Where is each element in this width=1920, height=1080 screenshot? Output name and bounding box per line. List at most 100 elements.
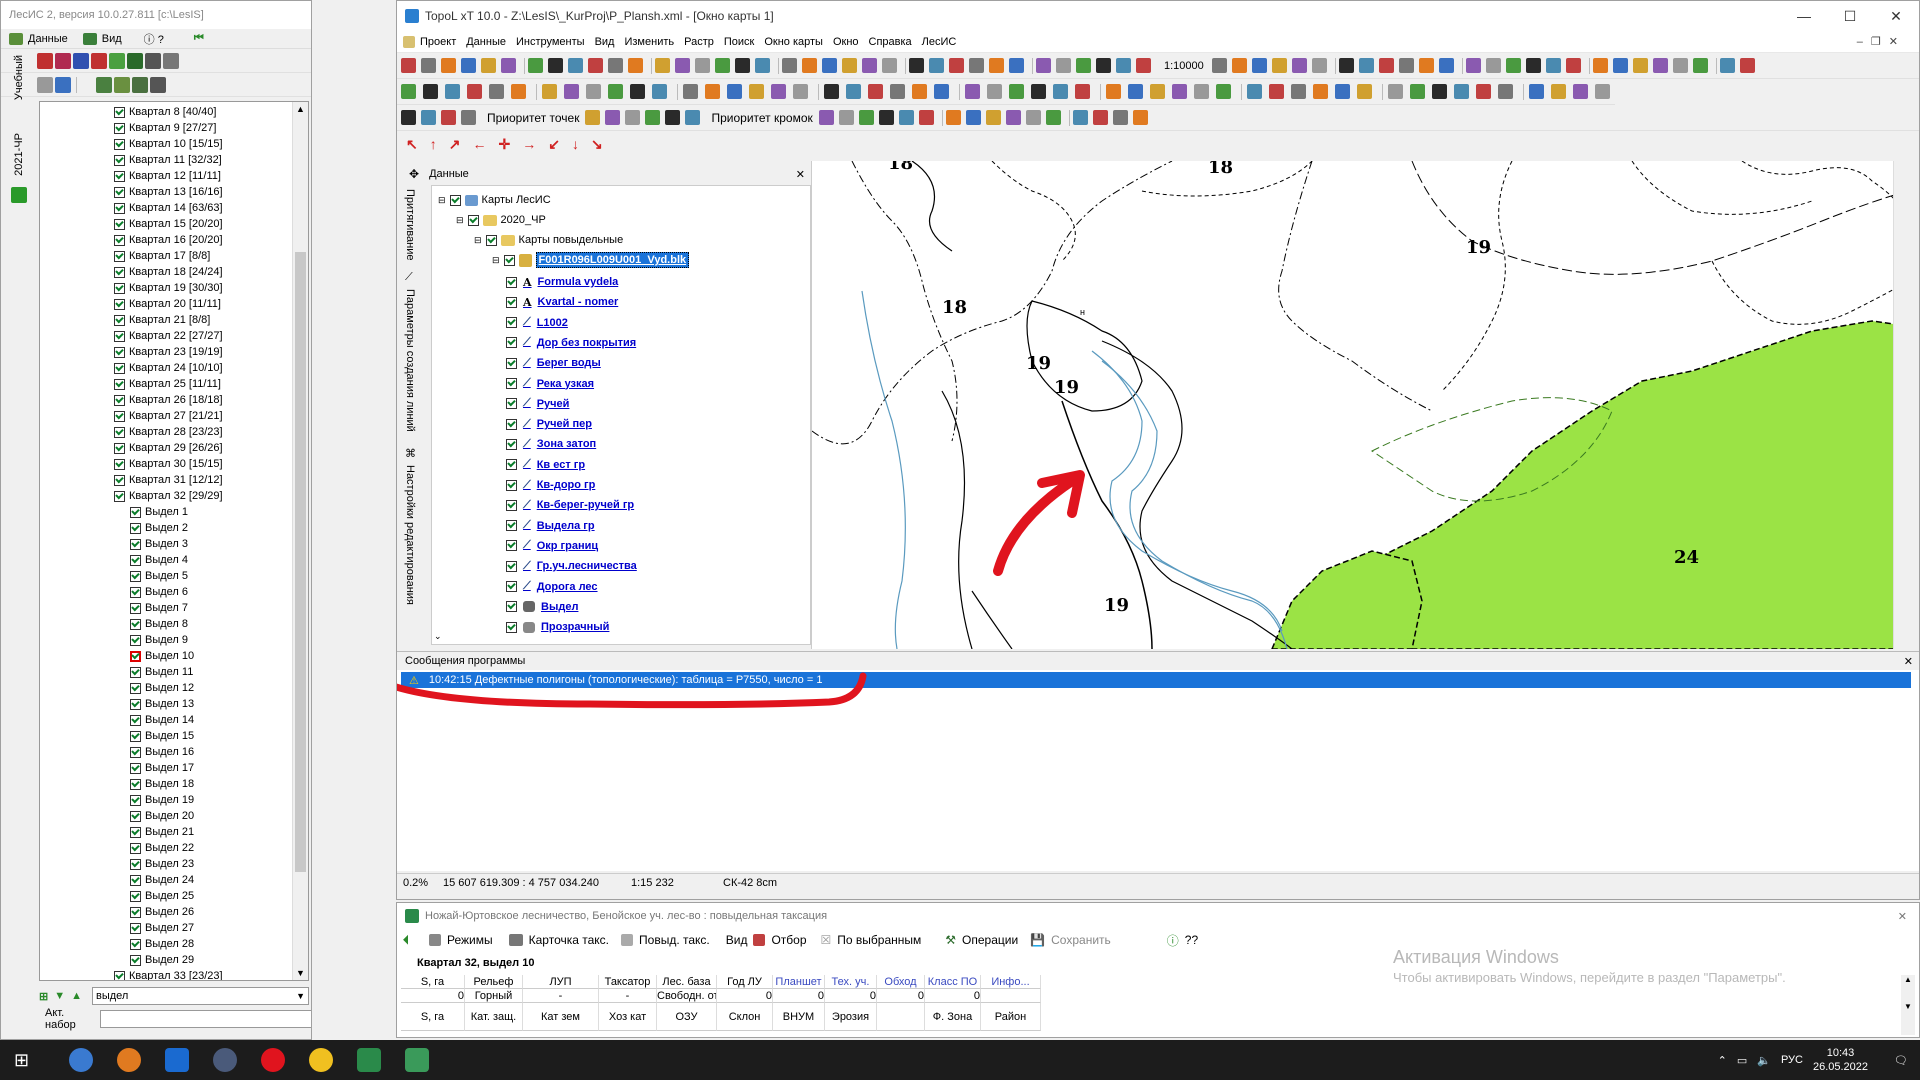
tool-icon[interactable] [1291,58,1307,73]
tool-icon[interactable] [1150,84,1165,99]
tool-icon[interactable] [608,58,623,73]
tool-icon[interactable] [1739,58,1755,73]
maximize-button[interactable]: ☐ [1827,1,1873,31]
tool-icon[interactable] [755,58,770,73]
layer-checkbox[interactable] [506,438,517,450]
checkbox[interactable] [130,842,141,854]
layer-checkbox[interactable] [506,601,517,613]
checkbox[interactable] [130,746,141,758]
checkbox[interactable] [114,970,125,980]
tool-icon[interactable] [528,58,543,73]
priority-edges-button[interactable]: Приоритет кромок [707,111,816,125]
layer-checkbox[interactable] [506,357,517,369]
checkbox[interactable] [130,554,141,566]
arrow-tool-icon[interactable]: ↙ [548,136,560,153]
tool-icon[interactable] [749,84,764,99]
tool-icon[interactable] [1194,84,1209,99]
opera-icon[interactable] [261,1048,286,1072]
tool-icon[interactable] [898,110,914,125]
tool-icon[interactable] [858,110,874,125]
tree-item-vydel[interactable]: Выдел 3 [130,536,188,552]
down-icon[interactable]: ▼ [54,990,65,1002]
move-icon[interactable]: ✥ [409,167,419,181]
tool-icon[interactable] [1410,84,1425,99]
tool-icon[interactable] [1009,58,1024,73]
arrow-tool-icon[interactable]: ↓ [572,136,579,152]
tool-icon[interactable] [1045,110,1061,125]
tool-icon[interactable] [1132,110,1148,125]
povyd-button[interactable]: Повыд. такс. [639,933,710,947]
tool-icon[interactable] [1573,84,1588,99]
tool-icon[interactable] [665,110,681,125]
tree-item-vydel[interactable]: Выдел 20 [130,808,194,824]
chrome-icon[interactable] [309,1048,334,1072]
tool-icon[interactable] [1216,84,1231,99]
tree-item-kvartal[interactable]: Квартал 33 [23/23] [114,968,223,980]
tool-icon[interactable] [824,84,839,99]
tool-icon[interactable] [1592,58,1608,73]
tree-item-vydel[interactable]: Выдел 10 [130,648,194,664]
tree-item-vydel[interactable]: Выдел 13 [130,696,194,712]
layer-checkbox[interactable] [506,398,517,410]
tree-item-vydel[interactable]: Выдел 9 [130,632,188,648]
checkbox[interactable] [130,858,141,870]
view-button[interactable]: Вид [726,933,748,947]
tool-icon[interactable] [918,110,934,125]
checkbox[interactable] [130,794,141,806]
network-icon[interactable]: ▭ [1737,1054,1747,1067]
checkbox[interactable] [114,330,125,342]
tool-icon[interactable] [1692,58,1708,73]
layer-item[interactable]: ⟋ Ручей [506,394,569,414]
app-icon[interactable] [213,1048,238,1072]
checkbox[interactable] [114,170,125,182]
tool-icon[interactable] [1116,58,1131,73]
tax-scrollbar[interactable]: ▲ ▼ [1901,975,1915,1035]
clock[interactable]: 10:43 26.05.2022 [1813,1046,1868,1074]
checkbox[interactable] [114,474,125,486]
tree-item-kvartal[interactable]: Квартал 14 [63/63] [114,200,223,216]
tool-icon[interactable] [1211,58,1227,73]
tool-icon[interactable] [890,84,905,99]
grid-cell[interactable]: 0 [825,989,877,1003]
tool-icon[interactable] [1269,84,1284,99]
checkbox[interactable] [114,234,125,246]
tool-icon[interactable] [423,84,438,99]
tool-icon[interactable] [1476,84,1491,99]
info-icon[interactable]: ⓘ ? [139,31,169,47]
tree-item-kvartal[interactable]: Квартал 17 [8/8] [114,248,210,264]
checkbox[interactable] [114,442,125,454]
tool-icon[interactable] [127,52,143,69]
tree-item-vydel[interactable]: Выдел 19 [130,792,194,808]
tool-icon[interactable] [1128,84,1143,99]
tool-icon[interactable] [401,58,416,73]
layer-item[interactable]: ⟋ Берег воды [506,353,601,373]
checkbox[interactable] [114,122,125,134]
minimize-button[interactable]: — [1781,1,1827,31]
tool-icon[interactable] [1432,84,1447,99]
tool-icon[interactable] [1271,58,1287,73]
arrow-icon[interactable] [11,187,27,203]
notifications-icon[interactable]: 🗨 [1894,1054,1908,1067]
tool-icon[interactable] [985,110,1001,125]
tool-icon[interactable] [1529,84,1544,99]
tool-icon[interactable] [461,110,476,125]
tool-icon[interactable] [715,58,730,73]
tool-icon[interactable] [37,52,53,69]
tab-uchebny[interactable]: Учебный [13,55,25,100]
lesis-task-icon[interactable] [357,1048,382,1072]
tool-icon[interactable] [1251,58,1267,73]
tool-icon[interactable] [727,84,742,99]
grid-cell[interactable]: 0 [925,989,981,1003]
tool-icon[interactable] [150,76,166,93]
menu-raster[interactable]: Растр [679,36,719,48]
priority-points-button[interactable]: Приоритет точек [483,111,583,125]
layer-checkbox[interactable] [506,378,517,389]
checkbox[interactable] [114,186,125,198]
tool-icon[interactable] [782,58,797,73]
tree-item-kvartal[interactable]: Квартал 26 [18/18] [114,392,223,408]
tree-item-kvartal[interactable]: Квартал 27 [21/21] [114,408,223,424]
grid-cell[interactable] [981,989,1041,1003]
tree-item-vydel[interactable]: Выдел 6 [130,584,188,600]
tool-icon[interactable] [1652,58,1668,73]
checkbox[interactable] [130,538,141,550]
